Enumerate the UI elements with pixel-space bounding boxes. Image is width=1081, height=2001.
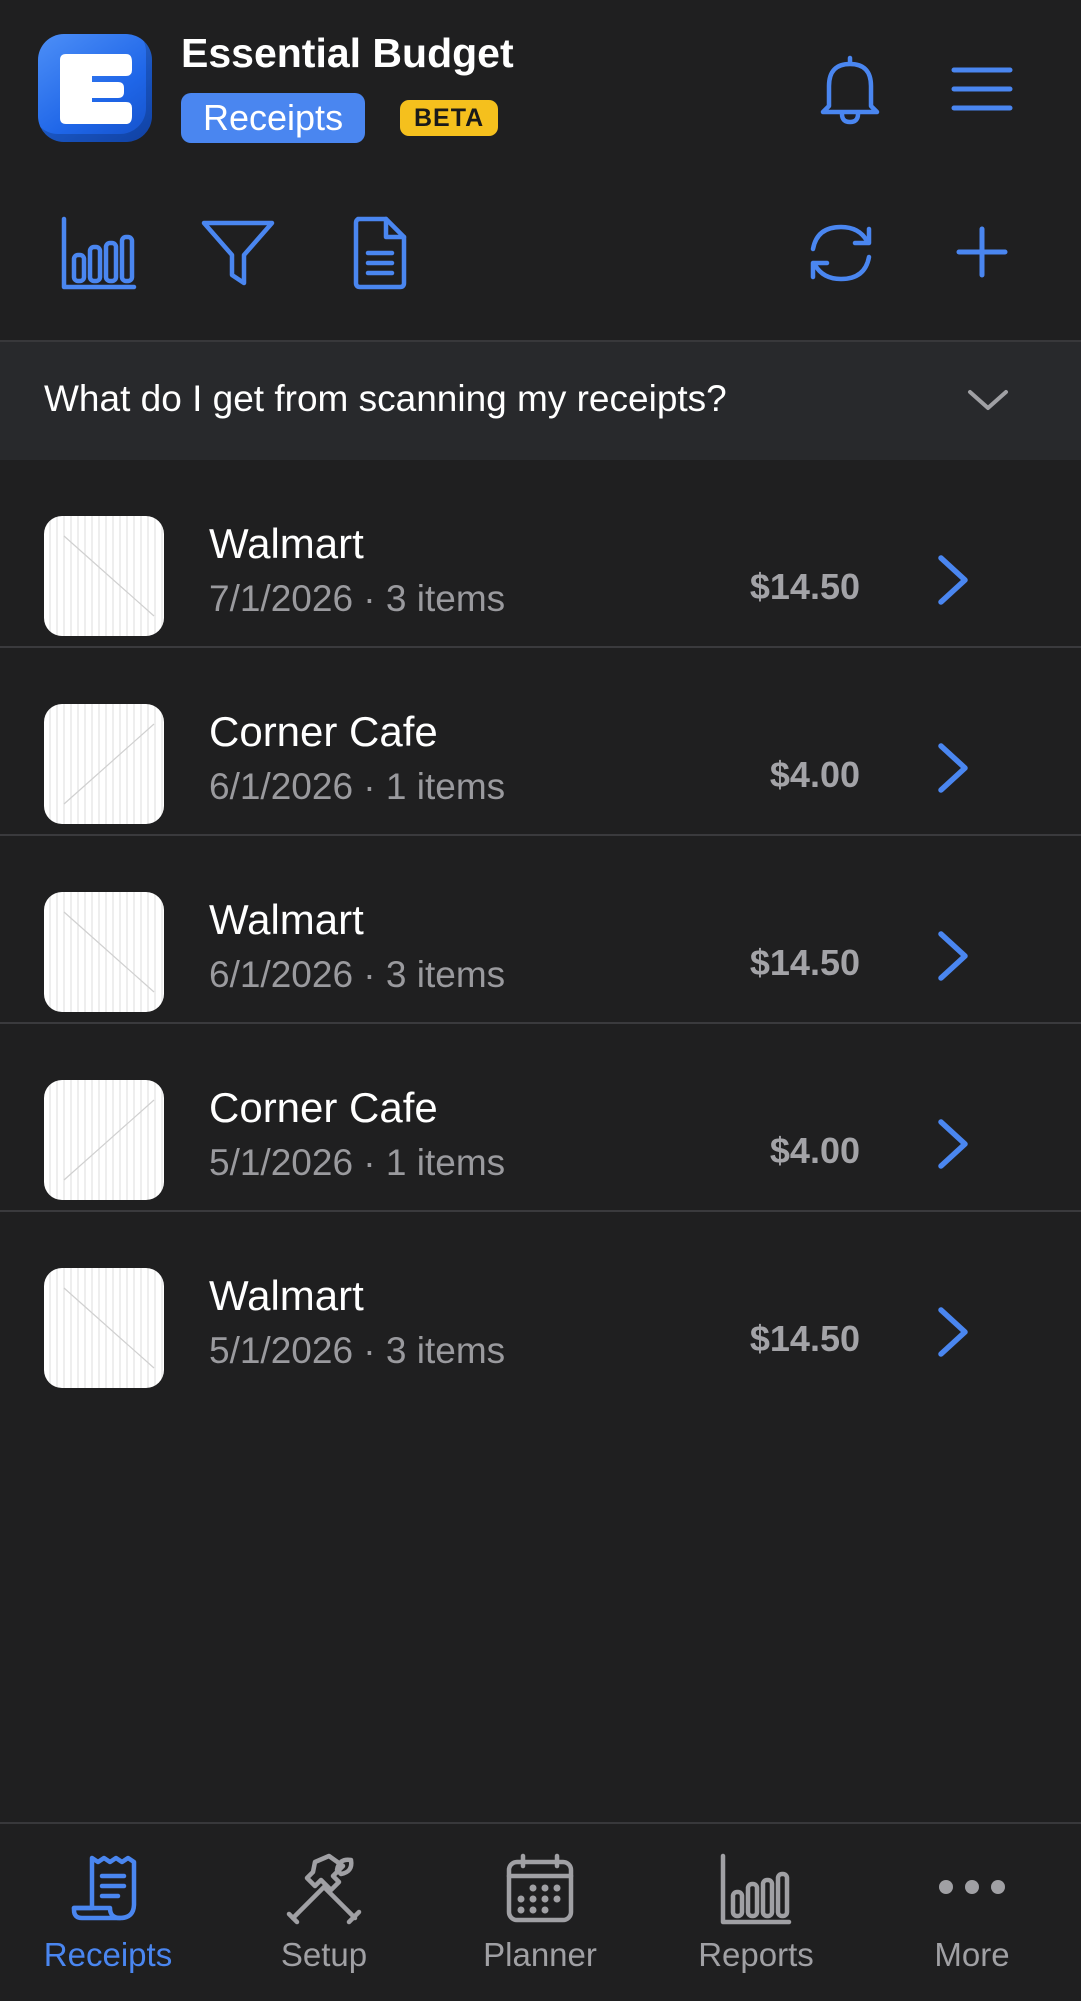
tab-reports[interactable]: Reports [648, 1824, 864, 2001]
receipt-details: 5/1/2026 · 1 items [209, 1142, 506, 1183]
tab-setup[interactable]: Setup [216, 1824, 432, 2001]
tab-label: More [934, 1936, 1010, 1973]
more-dots-icon [939, 1880, 1005, 1894]
calendar-icon [506, 1853, 574, 1923]
beta-badge: BETA [400, 100, 499, 136]
receipt-amount: $4.00 [769, 1130, 860, 1171]
tab-label: Planner [483, 1936, 597, 1973]
tools-icon [286, 1853, 362, 1925]
receipt-thumbnail [44, 1080, 164, 1200]
tab-planner[interactable]: Planner [432, 1824, 648, 2001]
toolbar [0, 175, 1081, 342]
receipt-amount: $14.50 [749, 566, 860, 607]
app-logo [38, 34, 152, 142]
chevron-right-icon[interactable] [935, 1304, 971, 1365]
receipt-details: 5/1/2026 · 3 items [209, 1330, 506, 1371]
receipt-thumbnail [44, 516, 164, 636]
section-label: Receipts [181, 93, 366, 143]
receipt-merchant: Walmart [209, 1272, 364, 1319]
receipt-icon [71, 1855, 137, 1921]
receipt-details: 7/1/2026 · 3 items [209, 578, 506, 619]
receipt-row[interactable]: Corner Cafe 6/1/2026 · 1 items $4.00 [0, 648, 1081, 836]
receipt-merchant: Walmart [209, 896, 364, 943]
receipt-list: Walmart 7/1/2026 · 3 items $14.50 Corner Ca… [0, 460, 1081, 1398]
receipt-row[interactable]: Corner Cafe 5/1/2026 · 1 items $4.00 [0, 1024, 1081, 1212]
app-title: Essential Budget [181, 30, 514, 76]
bell-icon[interactable] [815, 52, 885, 126]
tab-bar: Receipts Setup Planner Reports More [0, 1822, 1081, 2001]
tab-label: Receipts [43, 1936, 173, 1973]
document-icon[interactable] [350, 215, 410, 291]
chevron-right-icon[interactable] [935, 552, 971, 613]
chevron-right-icon[interactable] [935, 928, 971, 989]
receipt-details: 6/1/2026 · 3 items [209, 954, 506, 995]
filter-icon[interactable] [200, 217, 276, 289]
receipt-merchant: Corner Cafe [209, 1084, 438, 1131]
receipt-thumbnail [44, 704, 164, 824]
tab-receipts[interactable]: Receipts [0, 1824, 216, 2001]
receipt-amount: $14.50 [749, 1318, 860, 1359]
receipt-row[interactable]: Walmart 5/1/2026 · 3 items $14.50 [0, 1212, 1081, 1398]
receipt-thumbnail [44, 1268, 164, 1388]
hamburger-menu-icon[interactable] [950, 62, 1014, 116]
app-header: Essential Budget Receipts BETA [0, 0, 1081, 175]
chevron-down-icon[interactable] [966, 386, 1010, 414]
tab-label: Reports [698, 1936, 814, 1973]
bar-chart-icon [720, 1853, 792, 1925]
receipt-merchant: Corner Cafe [209, 708, 438, 755]
plus-icon[interactable] [955, 225, 1009, 279]
receipt-amount: $4.00 [769, 754, 860, 795]
receipt-thumbnail [44, 892, 164, 1012]
info-banner-text: What do I get from scanning my receipts? [44, 378, 727, 419]
chevron-right-icon[interactable] [935, 1116, 971, 1177]
chevron-right-icon[interactable] [935, 740, 971, 801]
receipt-row[interactable]: Walmart 6/1/2026 · 3 items $14.50 [0, 836, 1081, 1024]
bar-chart-icon[interactable] [60, 215, 138, 293]
receipt-row[interactable]: Walmart 7/1/2026 · 3 items $14.50 [0, 460, 1081, 648]
tab-more[interactable]: More [864, 1824, 1080, 2001]
receipt-details: 6/1/2026 · 1 items [209, 766, 506, 807]
sync-icon[interactable] [803, 217, 879, 289]
receipt-amount: $14.50 [749, 942, 860, 983]
tab-label: Setup [280, 1936, 368, 1973]
info-banner[interactable]: What do I get from scanning my receipts? [0, 342, 1081, 460]
receipt-merchant: Walmart [209, 520, 364, 567]
